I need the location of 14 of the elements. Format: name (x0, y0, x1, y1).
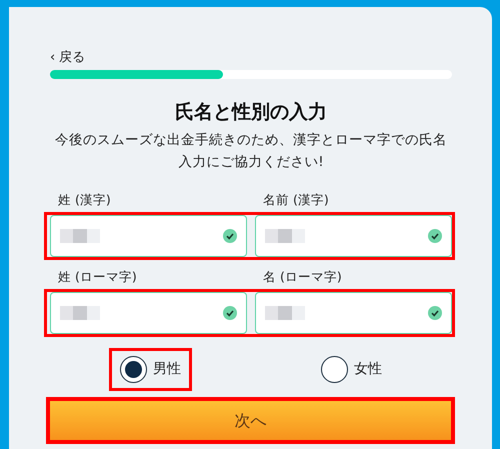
input-field[interactable] (255, 215, 452, 257)
field-label: 姓 (漢字) (58, 191, 112, 209)
field-label: 名前 (漢字) (263, 191, 330, 209)
field-label: 名 (ローマ字) (263, 268, 343, 286)
input-field[interactable] (50, 292, 247, 334)
input-field[interactable] (255, 292, 452, 334)
radio-option[interactable]: 男性 (120, 356, 181, 383)
radio-option[interactable]: 女性 (321, 356, 382, 383)
page-title: 氏名と性別の入力 (174, 100, 328, 125)
input-field[interactable] (50, 215, 247, 257)
description-text: 今後のスムーズな出金手続きのため、漢字とローマ字での氏名入力にご協力ください! (54, 131, 448, 172)
field-label: 姓 (ローマ字) (58, 268, 138, 286)
back-link[interactable]: ‹ 戻る (50, 50, 86, 66)
next-button[interactable]: 次へ (50, 401, 451, 440)
